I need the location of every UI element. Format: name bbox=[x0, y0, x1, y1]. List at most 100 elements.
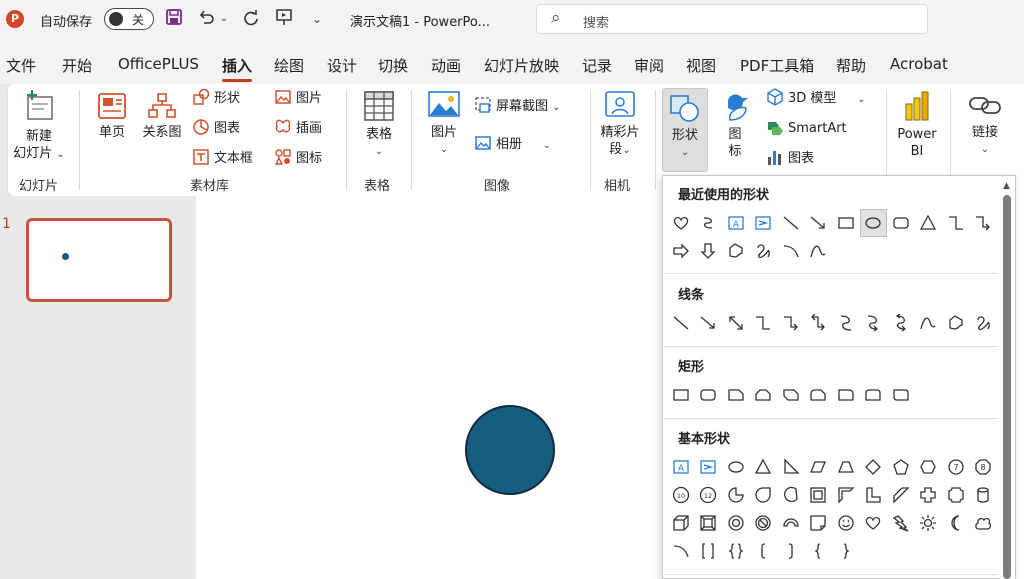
trapezoid-shape-icon[interactable] bbox=[832, 453, 860, 481]
tab-help[interactable]: 帮助 bbox=[836, 55, 866, 76]
frame-shape-icon[interactable] bbox=[805, 481, 833, 509]
present-icon[interactable] bbox=[273, 8, 295, 30]
triangle-shape-icon[interactable] bbox=[915, 209, 943, 237]
customize-quick-access-icon[interactable]: ⌄ bbox=[306, 8, 328, 30]
round-same-side-shape-icon[interactable] bbox=[860, 381, 888, 409]
save-icon[interactable] bbox=[163, 8, 185, 30]
double-arrow-line-shape-icon[interactable] bbox=[722, 309, 750, 337]
chart-button[interactable]: 图表 bbox=[766, 148, 814, 170]
pie-shape-icon[interactable] bbox=[722, 481, 750, 509]
illustration-material-button[interactable]: 插画 bbox=[274, 118, 322, 140]
double-bracket-shape-icon[interactable] bbox=[695, 537, 723, 565]
rectangle-shape-icon[interactable] bbox=[832, 209, 860, 237]
can-shape-icon[interactable] bbox=[970, 481, 998, 509]
relation-chart-button[interactable]: 关系图 bbox=[136, 92, 188, 141]
right-bracket-shape-icon[interactable] bbox=[777, 537, 805, 565]
right-arrow-shape-icon[interactable] bbox=[667, 237, 695, 265]
folded-corner-shape-icon[interactable] bbox=[805, 509, 833, 537]
curved-double-arrow-connector-shape-icon[interactable] bbox=[887, 309, 915, 337]
left-brace-shape-icon[interactable] bbox=[805, 537, 833, 565]
heart-shape-icon[interactable] bbox=[860, 509, 888, 537]
oval-shape-icon[interactable] bbox=[859, 209, 887, 237]
moon-shape-icon[interactable] bbox=[942, 509, 970, 537]
arrow-line-shape-icon[interactable] bbox=[805, 209, 833, 237]
cube-shape-icon[interactable] bbox=[667, 509, 695, 537]
block-arc-shape-icon[interactable] bbox=[777, 509, 805, 537]
rounded-rectangle-shape-icon[interactable] bbox=[695, 381, 723, 409]
left-bracket-shape-icon[interactable] bbox=[750, 537, 778, 565]
shapes-button[interactable]: 形状 ⌄ bbox=[662, 88, 708, 172]
chord-shape-icon[interactable] bbox=[777, 481, 805, 509]
curve-arrow-shape-icon[interactable] bbox=[695, 209, 723, 237]
bevel-shape-icon[interactable] bbox=[695, 509, 723, 537]
elbow-arrow-connector-shape-icon[interactable] bbox=[970, 209, 998, 237]
tab-design[interactable]: 设计 bbox=[327, 55, 357, 76]
curve-shape-icon[interactable] bbox=[915, 309, 943, 337]
snip-single-corner-shape-icon[interactable] bbox=[722, 381, 750, 409]
link-button[interactable]: 链接 ⌄ bbox=[960, 90, 1010, 158]
elbow-connector-shape-icon[interactable] bbox=[750, 309, 778, 337]
powerbi-button[interactable]: Power BI bbox=[892, 90, 942, 160]
sun-shape-icon[interactable] bbox=[915, 509, 943, 537]
arc-shape-icon[interactable] bbox=[667, 537, 695, 565]
tab-slideshow[interactable]: 幻灯片放映 bbox=[484, 55, 559, 76]
circle-shape[interactable] bbox=[465, 405, 555, 495]
donut-shape-icon[interactable] bbox=[722, 509, 750, 537]
tab-draw[interactable]: 绘图 bbox=[274, 55, 304, 76]
triangle-shape-icon[interactable] bbox=[750, 453, 778, 481]
scribble-shape-icon[interactable] bbox=[970, 309, 998, 337]
highlight-clip-button[interactable]: 精彩片 段⌄ bbox=[594, 90, 646, 159]
l-shape-shape-icon[interactable] bbox=[860, 481, 888, 509]
tab-animations[interactable]: 动画 bbox=[431, 55, 461, 76]
curved-connector-shape-icon[interactable] bbox=[832, 309, 860, 337]
right-brace-shape-icon[interactable] bbox=[832, 537, 860, 565]
plus-shape-icon[interactable] bbox=[915, 481, 943, 509]
autosave-toggle[interactable]: 关 bbox=[104, 8, 154, 30]
oval-shape-icon[interactable] bbox=[722, 453, 750, 481]
diamond-shape-icon[interactable] bbox=[860, 453, 888, 481]
tab-home[interactable]: 开始 bbox=[62, 55, 92, 76]
picture-button[interactable]: 图片 ⌄ bbox=[422, 90, 466, 158]
lightning-shape-icon[interactable] bbox=[887, 509, 915, 537]
decagon-shape-icon[interactable]: 10 bbox=[667, 481, 695, 509]
shape-material-button[interactable]: 形状 bbox=[192, 88, 240, 110]
single-page-button[interactable]: 单页 bbox=[86, 92, 138, 141]
heptagon-shape-icon[interactable]: 7 bbox=[942, 453, 970, 481]
curve-shape-icon[interactable] bbox=[805, 237, 833, 265]
scrollbar-thumb[interactable] bbox=[1003, 195, 1011, 579]
undo-dropdown-icon[interactable]: ⌄ bbox=[218, 8, 230, 30]
snip-same-side-shape-icon[interactable] bbox=[750, 381, 778, 409]
teardrop-shape-icon[interactable] bbox=[750, 481, 778, 509]
tab-transitions[interactable]: 切换 bbox=[378, 55, 408, 76]
no-symbol-shape-icon[interactable] bbox=[750, 509, 778, 537]
curved-arrow-connector-shape-icon[interactable] bbox=[860, 309, 888, 337]
tab-acrobat[interactable]: Acrobat bbox=[890, 55, 948, 73]
octagon-shape-icon[interactable]: 8 bbox=[970, 453, 998, 481]
elbow-arrow-connector-shape-icon[interactable] bbox=[777, 309, 805, 337]
line-shape-icon[interactable] bbox=[777, 209, 805, 237]
dropdown-scrollbar[interactable]: ▲ bbox=[1000, 177, 1015, 579]
smartart-button[interactable]: SmartArt bbox=[766, 118, 847, 140]
undo-icon[interactable] bbox=[196, 8, 218, 30]
tab-file[interactable]: 文件 bbox=[6, 55, 36, 76]
rounded-rectangle-shape-icon[interactable] bbox=[887, 209, 915, 237]
elbow-double-arrow-connector-shape-icon[interactable] bbox=[805, 309, 833, 337]
screenshot-button[interactable]: 屏幕截图 ⌄ bbox=[474, 96, 561, 118]
vertical-textbox-shape-icon[interactable] bbox=[695, 453, 723, 481]
snip-diagonal-shape-icon[interactable] bbox=[777, 381, 805, 409]
textbox-shape-icon[interactable]: A bbox=[667, 453, 695, 481]
freeform-shape-icon[interactable] bbox=[722, 237, 750, 265]
scribble-shape-icon[interactable] bbox=[750, 237, 778, 265]
redo-icon[interactable] bbox=[240, 8, 262, 30]
smiley-shape-icon[interactable] bbox=[832, 509, 860, 537]
rectangle-shape-icon[interactable] bbox=[667, 381, 695, 409]
tab-pdf-tools[interactable]: PDF工具箱 bbox=[740, 55, 814, 76]
picture-material-button[interactable]: 图片 bbox=[274, 88, 322, 110]
model3d-button[interactable]: 3D 模型 ⌄ bbox=[766, 88, 865, 110]
hexagon-shape-icon[interactable] bbox=[915, 453, 943, 481]
icons-button[interactable]: 图 标 bbox=[714, 90, 756, 160]
new-slide-button[interactable]: 新建 幻灯片 ⌄ bbox=[8, 88, 70, 163]
icon-material-button[interactable]: 图标 bbox=[274, 148, 322, 170]
scroll-up-icon[interactable]: ▲ bbox=[1003, 181, 1010, 191]
tab-view[interactable]: 视图 bbox=[686, 55, 716, 76]
